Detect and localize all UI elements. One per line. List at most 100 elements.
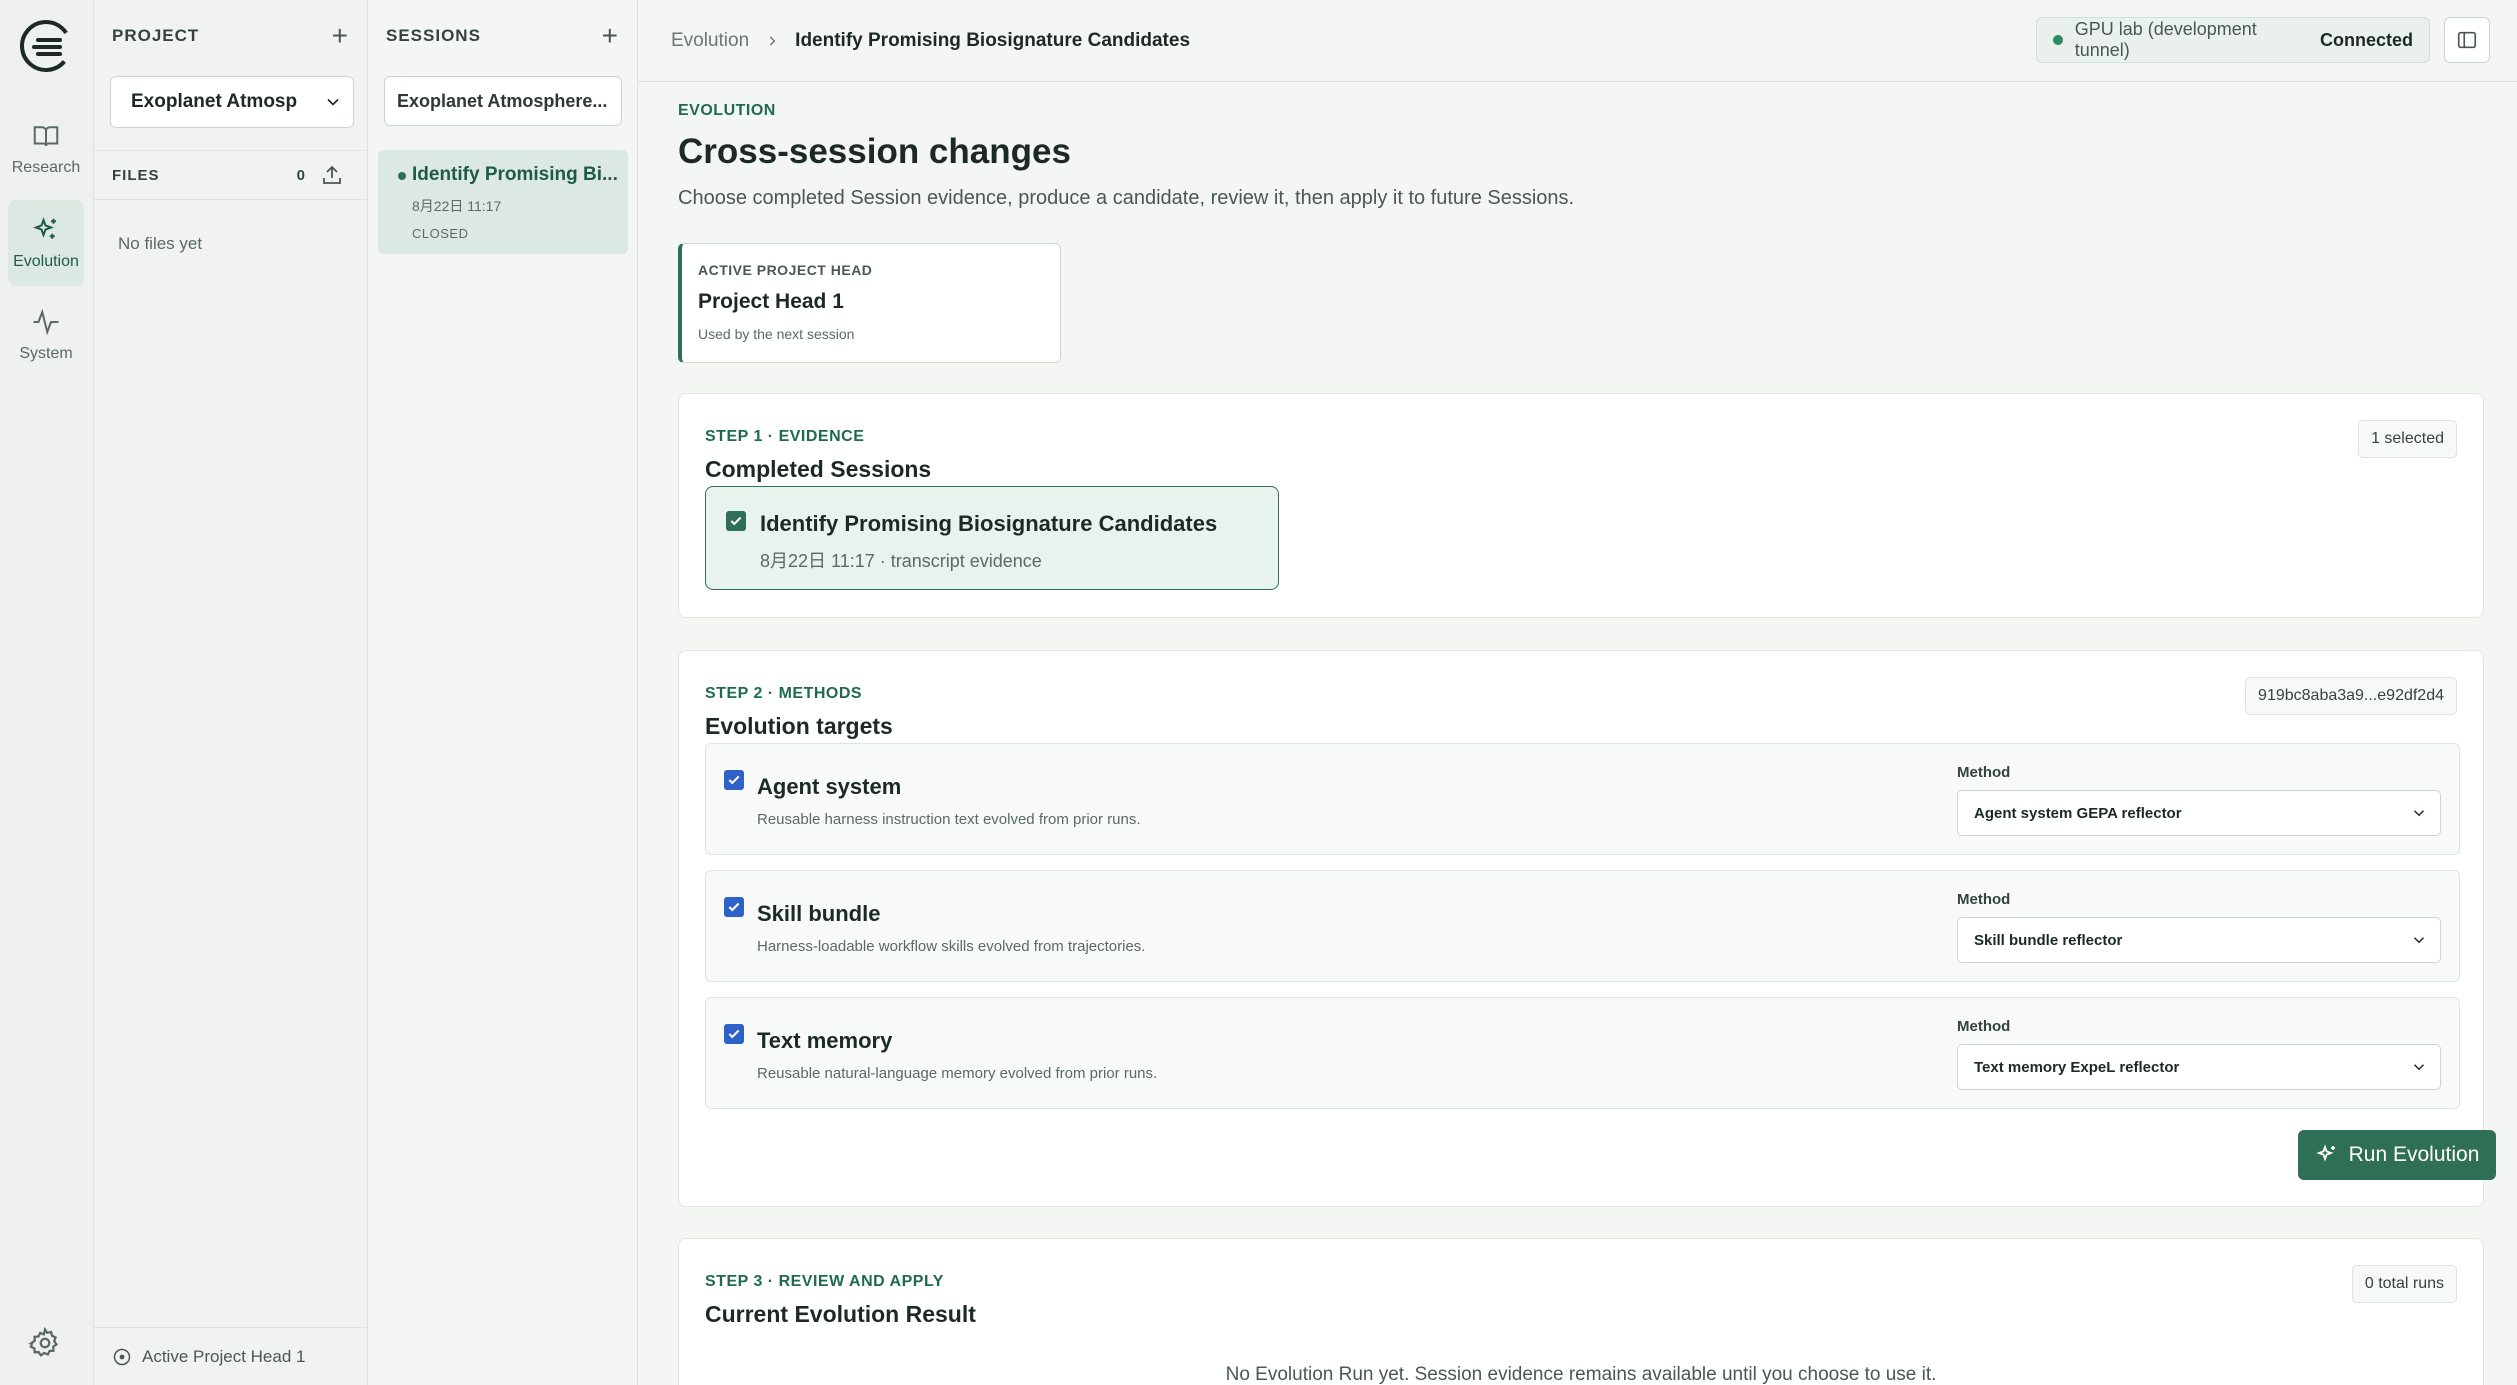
evidence-title: Identify Promising Biosignature Candidat… xyxy=(760,511,1218,536)
target-name: Skill bundle xyxy=(757,901,881,926)
head-status-icon xyxy=(113,1348,131,1365)
rail-item-label: Evolution xyxy=(13,253,79,270)
status-dot xyxy=(2053,35,2063,45)
method-select-value: Skill bundle reflector xyxy=(1974,931,2123,949)
step3-eyebrow: STEP 3 · REVIEW AND APPLY xyxy=(705,1273,944,1290)
files-empty-text: No files yet xyxy=(118,234,203,253)
session-date: 8月22日 11:17 xyxy=(412,198,502,214)
method-select[interactable]: Skill bundle reflector xyxy=(1957,917,2441,963)
method-select-value: Agent system GEPA reflector xyxy=(1974,804,2182,822)
target-description: Harness-loadable workflow skills evolved… xyxy=(757,938,1146,955)
page-eyebrow: EVOLUTION xyxy=(678,102,776,119)
add-session-button[interactable]: + xyxy=(602,22,619,50)
files-count: 0 xyxy=(296,167,306,184)
target-description: Reusable harness instruction text evolve… xyxy=(757,811,1141,828)
target-text-memory: Text memory Reusable natural-language me… xyxy=(705,997,2460,1109)
nav-rail: Research Evolution System xyxy=(0,0,94,1385)
book-icon xyxy=(33,126,59,147)
sessions-header: SESSIONS + xyxy=(386,22,619,50)
upload-icon[interactable] xyxy=(320,163,344,187)
chevron-down-icon xyxy=(2413,810,2425,817)
method-select[interactable]: Text memory ExpeL reflector xyxy=(1957,1044,2441,1090)
rail-item-evolution[interactable]: Evolution xyxy=(8,200,84,286)
rail-item-system[interactable]: System xyxy=(8,292,84,378)
project-panel: PROJECT + Exoplanet Atmosp FILES 0 No fi… xyxy=(94,0,368,1385)
run-evolution-button[interactable]: Run Evolution xyxy=(2298,1130,2496,1180)
breadcrumb-current: Identify Promising Biosignature Candidat… xyxy=(795,29,1191,51)
head-card-note: Used by the next session xyxy=(698,326,855,342)
sparkle-icon xyxy=(33,217,56,239)
run-evolution-label: Run Evolution xyxy=(2348,1143,2480,1166)
method-label: Method xyxy=(1957,891,2011,908)
session-status: CLOSED xyxy=(412,226,469,241)
evidence-checkbox[interactable] xyxy=(726,511,746,531)
settings-gear-icon[interactable] xyxy=(28,1326,62,1360)
target-description: Reusable natural-language memory evolved… xyxy=(757,1065,1158,1082)
project-header: PROJECT + xyxy=(112,22,349,50)
chevron-down-icon xyxy=(2413,937,2425,944)
connection-status[interactable]: GPU lab (development tunnel) Connected xyxy=(2036,17,2430,63)
session-project-filter[interactable]: Exoplanet Atmosphere... xyxy=(384,76,622,126)
head-card-label: ACTIVE PROJECT HEAD xyxy=(698,262,873,278)
step-review: STEP 3 · REVIEW AND APPLY Current Evolut… xyxy=(678,1238,2484,1385)
top-bar: Evolution Identify Promising Biosignatur… xyxy=(638,0,2517,82)
method-label: Method xyxy=(1957,1018,2011,1035)
page-title: Cross-session changes xyxy=(678,132,1071,171)
method-select[interactable]: Agent system GEPA reflector xyxy=(1957,790,2441,836)
active-project-head-indicator[interactable]: Active Project Head 1 xyxy=(94,1327,368,1385)
active-project-head-card: ACTIVE PROJECT HEAD Project Head 1 Used … xyxy=(678,243,1061,363)
step-methods: STEP 2 · METHODS Evolution targets 919bc… xyxy=(678,650,2496,1207)
step1-title: Completed Sessions xyxy=(705,456,932,482)
step2-eyebrow: STEP 2 · METHODS xyxy=(705,685,863,702)
project-select[interactable]: Exoplanet Atmosp xyxy=(110,76,354,128)
breadcrumb-root[interactable]: Evolution xyxy=(671,30,749,52)
check-icon xyxy=(728,1029,740,1039)
target-checkbox[interactable] xyxy=(724,897,744,917)
step1-eyebrow: STEP 1 · EVIDENCE xyxy=(705,428,865,445)
evolution-empty-text: No Evolution Run yet. Session evidence r… xyxy=(1225,1364,1937,1385)
connection-state: Connected xyxy=(2319,29,2413,50)
target-checkbox[interactable] xyxy=(724,770,744,790)
connection-name: GPU lab (development tunnel) xyxy=(2074,19,2257,60)
chevron-down-icon xyxy=(2413,1064,2425,1071)
sidebar-panel-icon xyxy=(2457,31,2477,49)
total-runs-badge: 0 total runs xyxy=(2351,1265,2457,1303)
step-evidence: STEP 1 · EVIDENCE Completed Sessions 1 s… xyxy=(678,393,2484,618)
check-icon xyxy=(728,775,740,785)
step3-title: Current Evolution Result xyxy=(705,1301,976,1327)
add-project-button[interactable]: + xyxy=(332,22,349,50)
check-icon xyxy=(728,902,740,912)
head-card-value: Project Head 1 xyxy=(698,290,844,313)
rail-item-label: System xyxy=(19,345,73,362)
sessions-heading: SESSIONS xyxy=(386,26,481,45)
project-heading: PROJECT xyxy=(112,26,200,45)
head-hash-badge: 919bc8aba3a9...e92df2d4 xyxy=(2245,677,2457,715)
rail-item-label: Research xyxy=(11,159,81,176)
files-heading: FILES xyxy=(112,166,160,184)
sparkle-icon xyxy=(2315,1144,2335,1162)
target-name: Agent system xyxy=(757,774,902,799)
step2-title: Evolution targets xyxy=(705,713,893,739)
rail-item-research[interactable]: Research xyxy=(8,106,84,192)
chevron-down-icon xyxy=(327,98,339,106)
method-select-value: Text memory ExpeL reflector xyxy=(1974,1058,2180,1076)
session-status-dot xyxy=(398,172,406,180)
files-header: FILES 0 xyxy=(94,150,368,200)
evidence-meta: 8月22日 11:17 · transcript evidence xyxy=(760,551,1042,571)
check-icon xyxy=(730,516,742,526)
pulse-icon xyxy=(33,308,59,336)
sessions-panel: SESSIONS + Exoplanet Atmosphere... Ident… xyxy=(368,0,638,1385)
main-content: Evolution Identify Promising Biosignatur… xyxy=(638,0,2517,1385)
app-logo-icon[interactable] xyxy=(18,18,74,74)
target-skill-bundle: Skill bundle Harness-loadable workflow s… xyxy=(705,870,2460,982)
evidence-session-card[interactable]: Identify Promising Biosignature Candidat… xyxy=(705,486,1279,590)
toggle-panel-button[interactable] xyxy=(2444,17,2490,63)
method-label: Method xyxy=(1957,764,2011,781)
target-checkbox[interactable] xyxy=(724,1024,744,1044)
page-subtitle: Choose completed Session evidence, produ… xyxy=(678,187,1575,209)
active-project-head-label: Active Project Head 1 xyxy=(142,1346,306,1366)
project-select-value: Exoplanet Atmosp xyxy=(131,91,298,112)
chevron-right-icon xyxy=(769,35,776,46)
selected-count-badge: 1 selected xyxy=(2358,420,2457,458)
session-item[interactable]: Identify Promising Bi... 8月22日 11:17 CLO… xyxy=(378,150,628,254)
